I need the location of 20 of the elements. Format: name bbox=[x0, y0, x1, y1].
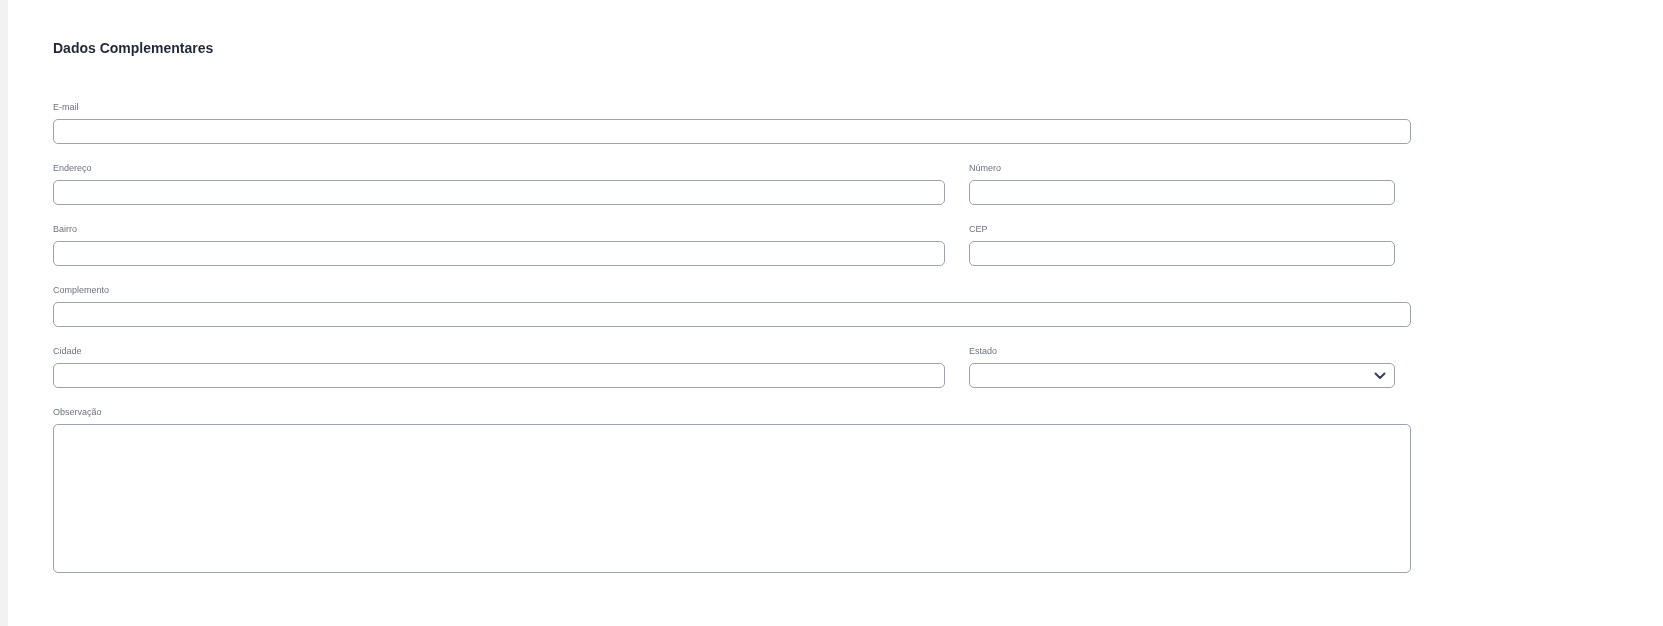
input-field[interactable] bbox=[969, 180, 1395, 205]
section-title: Dados Complementares bbox=[53, 39, 215, 58]
field-label: Bairro bbox=[53, 223, 78, 235]
field-label: Observação bbox=[53, 406, 103, 418]
field-label: E-mail bbox=[53, 101, 80, 113]
field-label: Complemento bbox=[53, 284, 111, 296]
field-label: Estado bbox=[969, 345, 999, 357]
field-label: Número bbox=[969, 162, 1002, 174]
field-label: CEP bbox=[969, 223, 989, 235]
input-field[interactable] bbox=[53, 119, 1411, 144]
input-field[interactable] bbox=[53, 241, 945, 266]
input-field[interactable] bbox=[53, 302, 1411, 327]
field-label: Endereço bbox=[53, 162, 93, 174]
input-field[interactable] bbox=[53, 363, 945, 388]
input-field[interactable] bbox=[969, 241, 1395, 266]
input-field[interactable] bbox=[53, 180, 945, 205]
textarea-field[interactable] bbox=[53, 424, 1411, 573]
field-label: Cidade bbox=[53, 345, 83, 357]
dropdown-field[interactable] bbox=[969, 363, 1395, 388]
chevron-down-icon bbox=[1374, 371, 1386, 380]
